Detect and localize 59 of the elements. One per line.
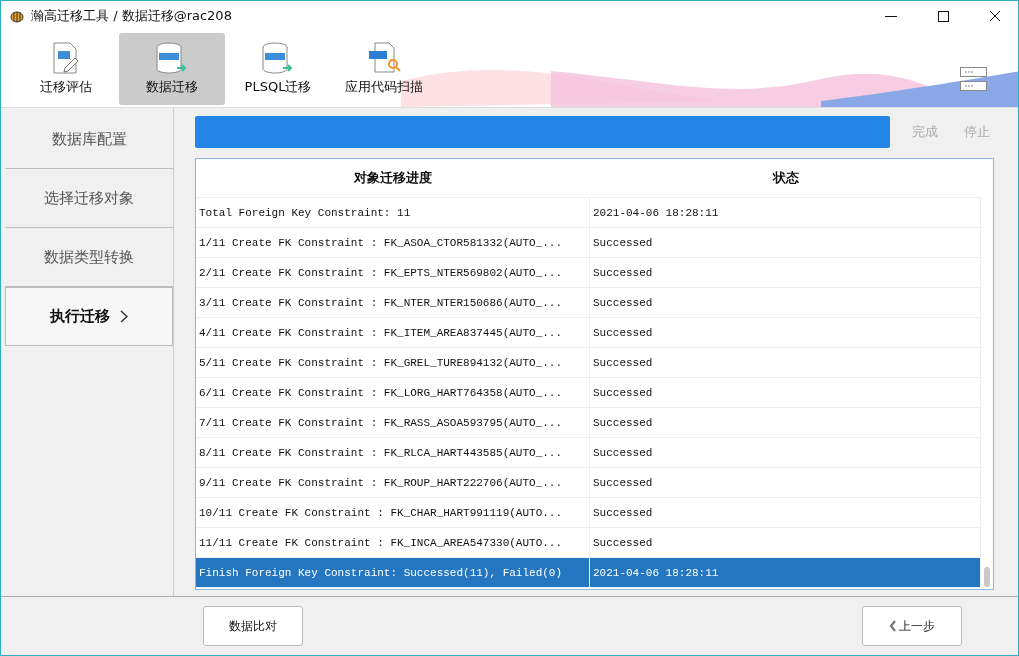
table-cell: Successed xyxy=(590,438,981,467)
scrollbar-thumb[interactable] xyxy=(984,567,990,587)
code-file-search-icon xyxy=(367,42,401,74)
database-arrow-icon xyxy=(261,42,295,74)
table-cell: Successed xyxy=(590,498,981,527)
table-cell: 9/11 Create FK Constraint : FK_ROUP_HART222706(AUTO_... xyxy=(196,468,590,497)
close-icon xyxy=(989,10,1001,22)
back-button[interactable]: 上一步 xyxy=(862,606,962,646)
maximize-icon xyxy=(937,10,949,22)
column-header: 状态 xyxy=(771,169,800,187)
toolbar-tab[interactable]: 应用代码扫描 xyxy=(331,33,437,105)
database-arrow-icon xyxy=(155,42,189,74)
table-cell: Successed xyxy=(590,378,981,407)
table-cell: Successed xyxy=(590,408,981,437)
table-cell: Successed xyxy=(590,528,981,557)
table-cell: 2021-04-06 18:28:11 xyxy=(590,198,981,227)
table-cell: 3/11 Create FK Constraint : FK_NTER_NTER150686(AUTO_... xyxy=(196,288,590,317)
table-cell: 6/11 Create FK Constraint : FK_LORG_HART764358(AUTO_... xyxy=(196,378,590,407)
table-row[interactable]: 9/11 Create FK Constraint : FK_ROUP_HART222706(AUTO_... Successed xyxy=(196,468,981,498)
toolbar-tab[interactable]: 数据迁移 xyxy=(119,33,225,105)
table-row[interactable]: 10/11 Create FK Constraint : FK_CHAR_HART991119(AUTO... Successed xyxy=(196,498,981,528)
chevron-right-icon xyxy=(120,310,128,323)
table-cell: Total Foreign Key Constraint: 11 xyxy=(196,198,590,227)
compare-button[interactable]: 数据比对 xyxy=(203,606,303,646)
toolbar-tab[interactable]: PLSQL迁移 xyxy=(225,33,331,105)
table-row[interactable]: 7/11 Create FK Constraint : FK_RASS_ASOA593795(AUTO_... Successed xyxy=(196,408,981,438)
table-row[interactable]: 6/11 Create FK Constraint : FK_LORG_HART764358(AUTO_... Successed xyxy=(196,378,981,408)
table-cell: 2021-04-06 18:28:11 xyxy=(590,558,981,587)
sidebar-item[interactable]: 执行迁移 xyxy=(5,287,173,346)
column-header: 对象迁移进度 xyxy=(353,169,433,187)
table-cell: Successed xyxy=(590,318,981,347)
bee-logo-icon xyxy=(9,8,25,24)
table-cell: 8/11 Create FK Constraint : FK_RLCA_HART443585(AUTO_... xyxy=(196,438,590,467)
table-cell: 11/11 Create FK Constraint : FK_INCA_AREA547330(AUTO... xyxy=(196,528,590,557)
table-cell: Successed xyxy=(590,468,981,497)
table-cell: Successed xyxy=(590,258,981,287)
minimize-icon xyxy=(885,15,897,17)
table-row[interactable]: 3/11 Create FK Constraint : FK_NTER_NTER150686(AUTO_... Successed xyxy=(196,288,981,318)
table-cell: Finish Foreign Key Constraint: Successed(11), Failed(0) xyxy=(196,558,590,587)
table-cell: 4/11 Create FK Constraint : FK_ITEM_AREA837445(AUTO_... xyxy=(196,318,590,347)
table-row[interactable]: 5/11 Create FK Constraint : FK_GREL_TURE894132(AUTO_... Successed xyxy=(196,348,981,378)
toolbar-tab[interactable]: 迁移评估 xyxy=(13,33,119,105)
table-cell: 2/11 Create FK Constraint : FK_EPTS_NTER569802(AUTO_... xyxy=(196,258,590,287)
table-row[interactable]: Total Foreign Key Constraint: 11 2021-04-06 18:28:11 xyxy=(196,198,981,228)
table-cell: Successed xyxy=(590,288,981,317)
table-row[interactable]: 8/11 Create FK Constraint : FK_RLCA_HART443585(AUTO_... Successed xyxy=(196,438,981,468)
table-row[interactable]: Finish Foreign Key Constraint: Successed(11), Failed(0) 2021-04-06 18:28:11 xyxy=(196,558,981,588)
window-title: 瀚高迁移工具 / 数据迁移@rac208 xyxy=(31,7,233,25)
table-cell: 7/11 Create FK Constraint : FK_RASS_ASOA593795(AUTO_... xyxy=(196,408,590,437)
chevron-left-icon xyxy=(889,620,897,632)
document-pencil-icon xyxy=(51,42,81,74)
table-cell: 1/11 Create FK Constraint : FK_ASOA_CTOR581332(AUTO_... xyxy=(196,228,590,257)
table-cell: 5/11 Create FK Constraint : FK_GREL_TURE894132(AUTO_... xyxy=(196,348,590,377)
table-cell: Successed xyxy=(590,228,981,257)
table-cell: 10/11 Create FK Constraint : FK_CHAR_HART991119(AUTO... xyxy=(196,498,590,527)
table-row[interactable]: 1/11 Create FK Constraint : FK_ASOA_CTOR581332(AUTO_... Successed xyxy=(196,228,981,258)
table-row[interactable]: 2/11 Create FK Constraint : FK_EPTS_NTER569802(AUTO_... Successed xyxy=(196,258,981,288)
table-row[interactable]: 4/11 Create FK Constraint : FK_ITEM_AREA837445(AUTO_... Successed xyxy=(196,318,981,348)
table-cell: Successed xyxy=(590,348,981,377)
